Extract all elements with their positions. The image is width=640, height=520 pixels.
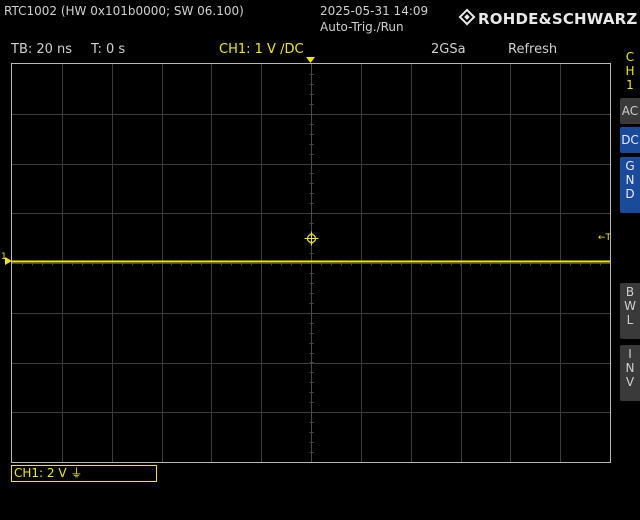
channel1-setting-label[interactable]: CH1: 1 V ∕DC: [219, 42, 304, 57]
brand-logo: ROHDE&SCHWARZ: [478, 10, 638, 28]
timebase-label[interactable]: TB: 20 ns: [11, 42, 72, 57]
datetime: 2025-05-31 14:09: [320, 4, 429, 18]
coupling-ac-button[interactable]: AC: [620, 98, 640, 124]
bandwidth-limit-button[interactable]: B W L: [620, 283, 640, 339]
invert-button[interactable]: I N V: [620, 345, 640, 401]
trigger-mode: Auto-Trig./Run: [320, 20, 404, 34]
device-info: RTC1002 (HW 0x101b0000; SW 06.100): [4, 4, 244, 18]
coupling-gnd-button[interactable]: G N D: [620, 157, 640, 213]
sample-rate-label: 2GSa: [431, 42, 466, 57]
channel1-scale-box[interactable]: CH1: 2 V ⏚: [11, 465, 157, 482]
coupling-dc-button[interactable]: DC: [620, 127, 640, 153]
acquisition-mode-label[interactable]: Refresh: [508, 42, 557, 57]
channel1-level-arrow-icon[interactable]: [5, 257, 13, 265]
waveform-display[interactable]: [11, 63, 611, 463]
trigger-level-marker[interactable]: ←T: [598, 233, 611, 243]
channel-menu-label: C H 1: [620, 48, 640, 92]
rohde-schwarz-logo-icon: [458, 8, 476, 26]
trigger-time-label[interactable]: T: 0 s: [91, 42, 125, 57]
graticule: [12, 64, 610, 462]
